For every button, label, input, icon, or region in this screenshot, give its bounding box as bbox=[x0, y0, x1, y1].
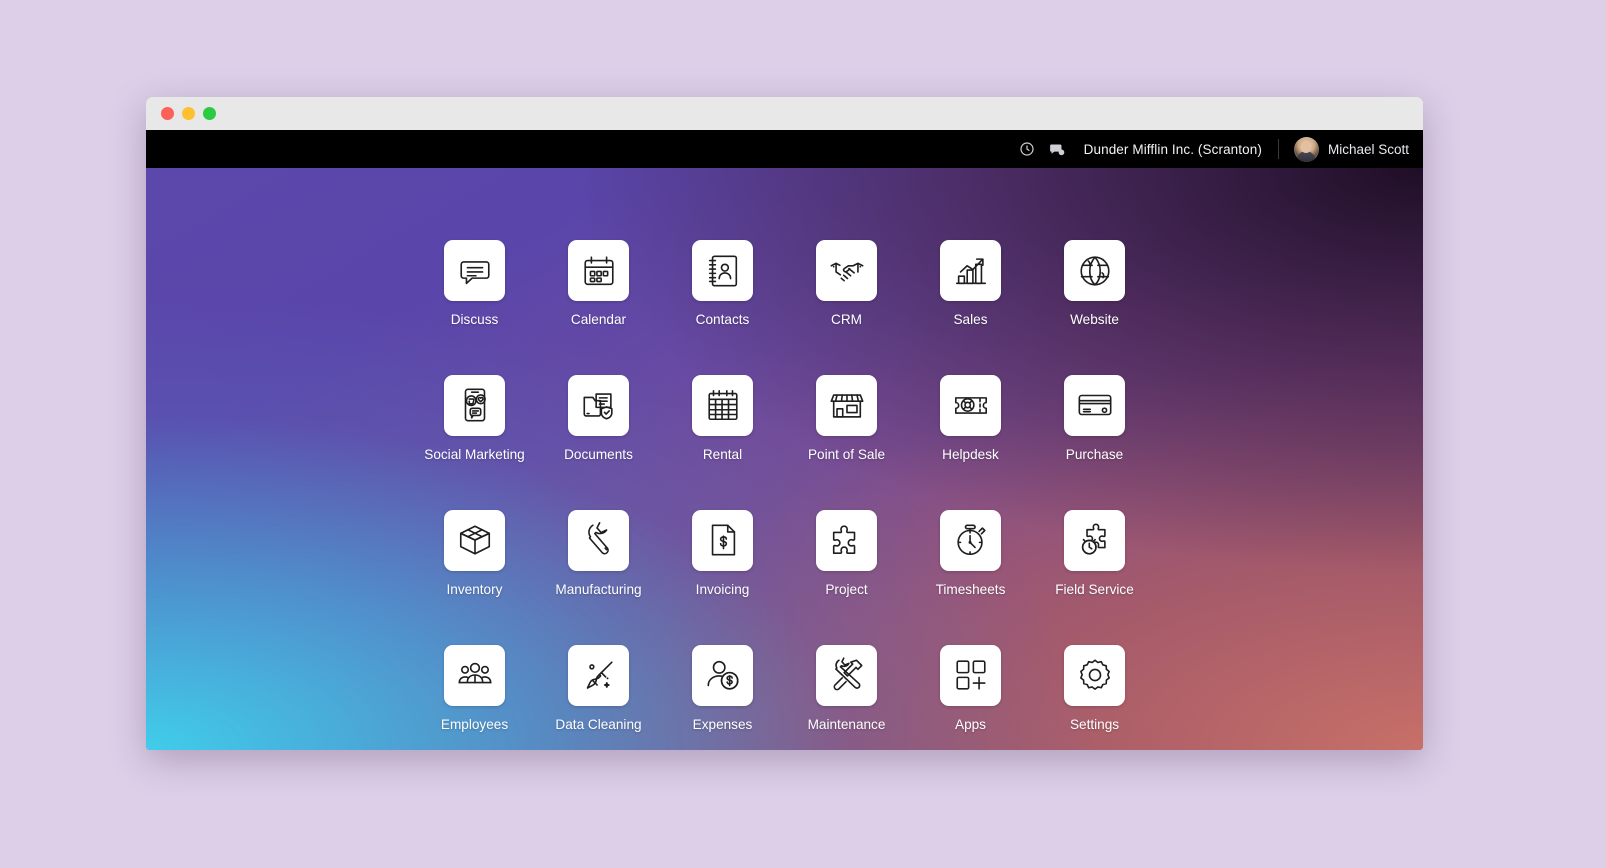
app-label: Apps bbox=[955, 716, 986, 732]
dollar-document-icon bbox=[692, 509, 753, 571]
wrench-icon bbox=[568, 509, 629, 571]
app-label: Field Service bbox=[1055, 581, 1134, 597]
browser-window: Dunder Mifflin Inc. (Scranton) Michael S… bbox=[146, 97, 1423, 750]
puzzle-piece-icon bbox=[816, 509, 877, 571]
close-window-button[interactable] bbox=[161, 107, 174, 120]
window-titlebar bbox=[146, 97, 1423, 130]
calendar-icon bbox=[568, 240, 629, 301]
ticket-lifebuoy-icon bbox=[940, 374, 1001, 436]
app-label: Contacts bbox=[695, 312, 750, 327]
app-label: CRM bbox=[831, 312, 862, 327]
app-data-cleaning[interactable]: Data Cleaning bbox=[537, 644, 661, 733]
user-menu[interactable]: Michael Scott bbox=[1279, 136, 1409, 162]
app-employees[interactable]: Employees bbox=[413, 644, 537, 733]
app-label: Point of Sale bbox=[807, 446, 886, 462]
calendar-grid-icon bbox=[692, 374, 753, 436]
app-label: Maintenance bbox=[807, 716, 886, 732]
app-label: Sales bbox=[953, 312, 988, 327]
app-website[interactable]: Website bbox=[1033, 240, 1157, 328]
app-label: Discuss bbox=[450, 312, 499, 327]
app-discuss[interactable]: Discuss bbox=[413, 240, 537, 328]
hammer-wrench-icon bbox=[816, 644, 877, 706]
globe-icon bbox=[1064, 240, 1125, 301]
handshake-icon bbox=[816, 240, 877, 301]
puzzle-clock-icon bbox=[1064, 509, 1125, 571]
app-inventory[interactable]: Inventory bbox=[413, 509, 537, 598]
app-helpdesk[interactable]: Helpdesk bbox=[909, 374, 1033, 463]
app-social-marketing[interactable]: Social Marketing bbox=[413, 374, 537, 463]
app-project[interactable]: Project bbox=[785, 509, 909, 598]
app-documents[interactable]: Documents bbox=[537, 374, 661, 463]
app-label: Website bbox=[1070, 312, 1119, 327]
discuss-icon bbox=[444, 240, 505, 301]
app-crm[interactable]: CRM bbox=[785, 240, 909, 328]
app-label: Employees bbox=[440, 716, 509, 732]
app-field-service[interactable]: Field Service bbox=[1033, 509, 1157, 598]
app-label: Invoicing bbox=[695, 581, 750, 597]
avatar bbox=[1293, 136, 1319, 162]
app-label: Inventory bbox=[446, 581, 503, 597]
app-label: Documents bbox=[564, 446, 633, 462]
app-expenses[interactable]: Expenses bbox=[661, 644, 785, 733]
folder-shield-icon bbox=[568, 374, 629, 436]
app-calendar[interactable]: Calendar bbox=[537, 240, 661, 328]
app-label: Data Cleaning bbox=[555, 716, 642, 732]
stopwatch-icon bbox=[940, 509, 1001, 571]
app-label: Timesheets bbox=[935, 581, 1006, 597]
app-label: Rental bbox=[702, 446, 743, 462]
app-purchase[interactable]: Purchase bbox=[1033, 374, 1157, 463]
app-label: Expenses bbox=[692, 716, 753, 732]
phone-social-icon bbox=[444, 374, 505, 436]
app-timesheets[interactable]: Timesheets bbox=[909, 509, 1033, 598]
app-invoicing[interactable]: Invoicing bbox=[661, 509, 785, 598]
clock-icon[interactable] bbox=[1012, 130, 1042, 168]
app-maintenance[interactable]: Maintenance bbox=[785, 644, 909, 733]
chat-bubble-icon[interactable] bbox=[1042, 130, 1072, 168]
app-manufacturing[interactable]: Manufacturing bbox=[537, 509, 661, 598]
app-label: Manufacturing bbox=[555, 581, 642, 597]
top-navbar: Dunder Mifflin Inc. (Scranton) Michael S… bbox=[146, 130, 1423, 168]
company-name[interactable]: Dunder Mifflin Inc. (Scranton) bbox=[1072, 142, 1278, 157]
apps-grid: Discuss Calendar Contacts CRM Sales Webs… bbox=[146, 240, 1423, 733]
maximize-window-button[interactable] bbox=[203, 107, 216, 120]
contacts-icon bbox=[692, 240, 753, 301]
gear-icon bbox=[1064, 644, 1125, 706]
credit-card-icon bbox=[1064, 374, 1125, 436]
app-point-of-sale[interactable]: Point of Sale bbox=[785, 374, 909, 463]
app-label: Project bbox=[825, 581, 868, 597]
user-name: Michael Scott bbox=[1327, 141, 1409, 157]
app-apps[interactable]: Apps bbox=[909, 644, 1033, 733]
person-dollar-icon bbox=[692, 644, 753, 706]
app-label: Purchase bbox=[1065, 446, 1124, 462]
app-label: Settings bbox=[1069, 716, 1120, 732]
storefront-icon bbox=[816, 374, 877, 436]
broom-sparkle-icon bbox=[568, 644, 629, 706]
app-label: Social Marketing bbox=[424, 446, 525, 462]
app-label: Helpdesk bbox=[942, 446, 999, 462]
app-sales[interactable]: Sales bbox=[909, 240, 1033, 328]
app-contacts[interactable]: Contacts bbox=[661, 240, 785, 328]
minimize-window-button[interactable] bbox=[182, 107, 195, 120]
grid-plus-icon bbox=[940, 644, 1001, 706]
people-group-icon bbox=[444, 644, 505, 706]
open-box-icon bbox=[444, 509, 505, 571]
bar-chart-arrow-icon bbox=[940, 240, 1001, 301]
app-desktop: Discuss Calendar Contacts CRM Sales Webs… bbox=[146, 168, 1423, 750]
app-label: Calendar bbox=[570, 312, 627, 327]
app-rental[interactable]: Rental bbox=[661, 374, 785, 463]
app-settings[interactable]: Settings bbox=[1033, 644, 1157, 733]
